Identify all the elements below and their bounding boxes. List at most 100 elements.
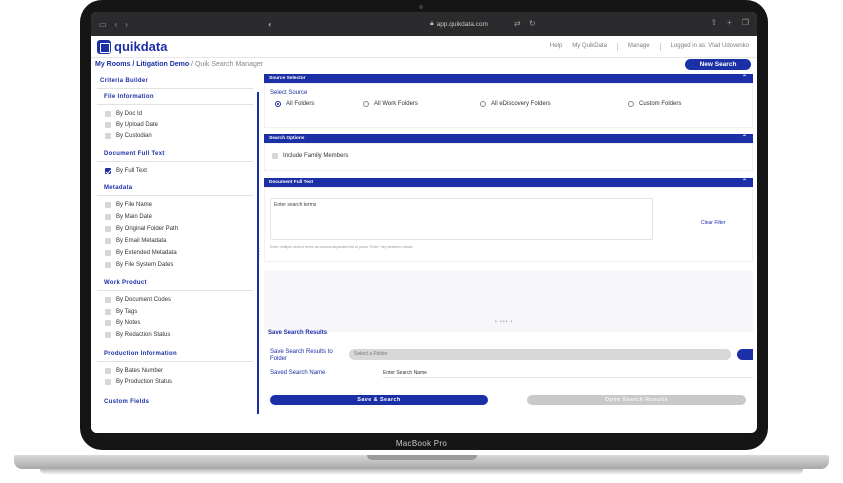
device-label: MacBook Pro xyxy=(395,439,448,448)
source-selector-header[interactable]: Source Selector ⌃ xyxy=(264,74,753,83)
criteria-label: By Tags xyxy=(116,309,138,315)
checkbox[interactable] xyxy=(105,309,111,315)
criteria-by-production-status[interactable]: By Production Status xyxy=(105,379,172,385)
criteria-label: By Doc Id xyxy=(116,111,143,117)
tabs-icon[interactable]: ❐ xyxy=(742,18,749,27)
logo[interactable]: quikdata xyxy=(97,39,167,54)
radio[interactable] xyxy=(628,101,634,107)
checkbox-checked[interactable] xyxy=(105,168,111,174)
section-custom-fields[interactable]: Custom Fields xyxy=(104,399,149,405)
criteria-label: By Custodian xyxy=(116,133,152,139)
chevron-up-icon[interactable]: ⌃ xyxy=(742,134,747,143)
laptop-shadow xyxy=(40,469,803,475)
search-terms-input[interactable]: Enter search terms xyxy=(270,198,653,240)
criteria-label: By Bates Number xyxy=(116,368,164,374)
saved-search-name-input[interactable]: Enter Search Name xyxy=(383,368,753,378)
checkbox[interactable] xyxy=(105,111,111,117)
shield-icon[interactable]: ◐ xyxy=(268,20,273,29)
divider xyxy=(97,88,253,89)
checkbox[interactable] xyxy=(105,250,111,256)
criteria-label: By Full Text xyxy=(116,168,147,174)
sidebar-title: Criteria Builder xyxy=(100,78,149,84)
screen: ▭ ‹ › ◐ 🔒︎ app.quikdata.com ⇄ ↻ ⇪ + ❐ qu… xyxy=(91,12,757,433)
breadcrumb-demo[interactable]: Litigation Demo xyxy=(136,61,189,68)
panel-title: Search Options xyxy=(269,136,305,141)
criteria-label: By Extended Metadata xyxy=(116,250,177,256)
sidebar-icon[interactable]: ▭ xyxy=(99,20,107,29)
criteria-label: By File Name xyxy=(116,202,153,208)
chevron-up-icon[interactable]: ⌃ xyxy=(742,178,747,187)
divider xyxy=(97,195,253,196)
criteria-by-custodian[interactable]: By Custodian xyxy=(105,133,152,139)
checkbox[interactable] xyxy=(105,226,111,232)
criteria-by-upload-date[interactable]: By Upload Date xyxy=(105,122,158,128)
criteria-by-document-codes[interactable]: By Document Codes xyxy=(105,297,171,303)
checkbox[interactable] xyxy=(105,202,111,208)
checkbox[interactable] xyxy=(105,122,111,128)
my-quikdata-link[interactable]: My QuikData xyxy=(572,43,607,51)
radio-custom-folders[interactable]: Custom Folders xyxy=(628,101,681,107)
nav-divider xyxy=(616,43,618,51)
manage-link[interactable]: Manage xyxy=(628,43,650,51)
clear-filter-link[interactable]: Clear Filter xyxy=(701,220,725,226)
share-icon[interactable]: ⇪ xyxy=(710,18,717,27)
chevron-up-icon[interactable]: ⌃ xyxy=(742,74,747,83)
save-and-search-button[interactable]: Save & Search xyxy=(270,395,488,405)
criteria-by-main-date[interactable]: By Main Date xyxy=(105,214,152,220)
lock-icon: 🔒︎ xyxy=(430,20,434,27)
checkbox[interactable] xyxy=(105,297,111,303)
open-search-results-button[interactable]: Open Search Results xyxy=(527,395,746,405)
radio-all-ediscovery-folders[interactable]: All eDiscovery Folders xyxy=(480,101,551,107)
checkbox[interactable] xyxy=(105,238,111,244)
folder-browse-button[interactable] xyxy=(737,349,753,360)
resize-handle-icon[interactable]: · · · · xyxy=(259,247,261,261)
checkbox[interactable] xyxy=(272,153,278,159)
save-search-title: Save Search Results xyxy=(268,330,328,336)
back-icon[interactable]: ‹ xyxy=(115,20,118,29)
address-bar[interactable]: 🔒︎ app.quikdata.com xyxy=(349,18,569,30)
criteria-sidebar: Criteria Builder File Information By Doc… xyxy=(91,74,259,433)
checkbox[interactable] xyxy=(105,214,111,220)
splitter-handle-icon[interactable]: • ••• • xyxy=(495,319,514,325)
help-link[interactable]: Help xyxy=(550,43,562,51)
full-text-header[interactable]: Document Full Text ⌃ xyxy=(264,178,753,187)
criteria-label: By Production Status xyxy=(116,379,173,385)
criteria-by-redaction-status[interactable]: By Redaction Status xyxy=(105,332,170,338)
search-terms-hint: Enter multiple search terms as comma-sep… xyxy=(270,245,413,249)
radio-label: Custom Folders xyxy=(639,101,682,107)
checkbox[interactable] xyxy=(105,368,111,374)
checkbox[interactable] xyxy=(105,332,111,338)
breadcrumb-rooms[interactable]: My Rooms xyxy=(95,61,130,68)
new-tab-icon[interactable]: + xyxy=(727,18,732,27)
include-family-members[interactable]: Include Family Members xyxy=(272,153,348,159)
criteria-by-file-system-dates[interactable]: By File System Dates xyxy=(105,262,173,268)
search-options-header[interactable]: Search Options ⌃ xyxy=(264,134,753,143)
criteria-by-original-folder-path[interactable]: By Original Folder Path xyxy=(105,226,178,232)
criteria-by-email-metadata[interactable]: By Email Metadata xyxy=(105,238,166,244)
reload-icon[interactable]: ↻ xyxy=(529,19,536,28)
radio[interactable] xyxy=(363,101,369,107)
panel-title: Source Selector xyxy=(269,76,306,81)
criteria-by-full-text[interactable]: By Full Text xyxy=(105,168,147,174)
forward-icon[interactable]: › xyxy=(125,20,128,29)
criteria-by-extended-metadata[interactable]: By Extended Metadata xyxy=(105,250,177,256)
criteria-by-bates-number[interactable]: By Bates Number xyxy=(105,368,163,374)
radio-all-work-folders[interactable]: All Work Folders xyxy=(363,101,418,107)
folder-select[interactable]: Select a Folder xyxy=(349,349,731,360)
checkbox[interactable] xyxy=(105,320,111,326)
criteria-by-notes[interactable]: By Notes xyxy=(105,320,140,326)
section-document-full-text: Document Full Text xyxy=(104,151,165,157)
criteria-by-doc-id[interactable]: By Doc Id xyxy=(105,111,142,117)
new-search-button[interactable]: New Search xyxy=(685,59,751,70)
radio-checked[interactable] xyxy=(275,101,281,107)
section-metadata: Metadata xyxy=(104,185,133,191)
criteria-label: By Email Metadata xyxy=(116,238,167,244)
checkbox[interactable] xyxy=(105,133,111,139)
criteria-by-tags[interactable]: By Tags xyxy=(105,309,137,315)
radio[interactable] xyxy=(480,101,486,107)
translate-icon[interactable]: ⇄ xyxy=(514,19,521,28)
checkbox[interactable] xyxy=(105,379,111,385)
checkbox[interactable] xyxy=(105,262,111,268)
radio-all-folders[interactable]: All Folders xyxy=(275,101,314,107)
criteria-by-file-name[interactable]: By File Name xyxy=(105,202,152,208)
